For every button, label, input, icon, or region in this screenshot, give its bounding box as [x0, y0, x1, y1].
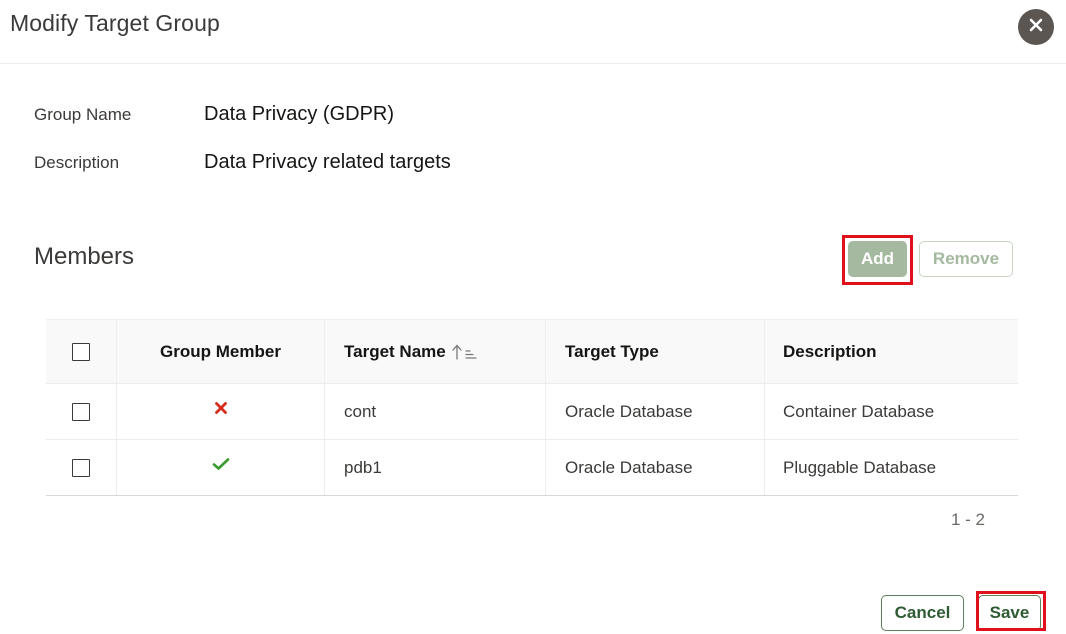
- description-label: Description: [34, 153, 120, 172]
- row-checkbox-cell: [46, 440, 117, 495]
- close-icon: [1029, 18, 1043, 37]
- description-value: Data Privacy related targets: [204, 151, 451, 173]
- row-checkbox[interactable]: [72, 458, 90, 477]
- table-row[interactable]: pdb1 Oracle Database Pluggable Database: [46, 439, 1018, 496]
- group-member-cell: [117, 384, 325, 439]
- target-name-cell: cont: [325, 384, 546, 439]
- select-all-checkbox[interactable]: [72, 342, 90, 361]
- header-checkbox-cell: [46, 320, 117, 383]
- table-header: Group Member Target Name Target Type Des…: [46, 319, 1018, 383]
- group-member-cell: [117, 440, 325, 495]
- cross-icon: [214, 400, 228, 420]
- remove-button[interactable]: Remove: [919, 241, 1013, 277]
- row-checkbox-cell: [46, 384, 117, 439]
- sort-ascending-icon[interactable]: [451, 343, 477, 361]
- check-icon: [212, 456, 230, 476]
- save-button[interactable]: Save: [978, 595, 1041, 631]
- pagination-range: 1 - 2: [951, 510, 986, 529]
- add-button[interactable]: Add: [848, 241, 907, 277]
- cancel-button[interactable]: Cancel: [881, 595, 964, 631]
- dialog-header: Modify Target Group: [0, 0, 1066, 64]
- target-name-cell: pdb1: [325, 440, 546, 495]
- members-table: Group Member Target Name Target Type Des…: [46, 319, 1018, 496]
- dialog-title: Modify Target Group: [10, 10, 220, 36]
- description-cell: Pluggable Database: [783, 457, 937, 477]
- modify-target-group-dialog: Modify Target Group Group Name Data Priv…: [0, 0, 1066, 634]
- group-name-label: Group Name: [34, 105, 132, 124]
- column-header-target-type[interactable]: Target Type: [546, 320, 765, 383]
- description-cell: Container Database: [783, 401, 935, 421]
- column-header-group-member[interactable]: Group Member: [117, 320, 325, 383]
- table-row[interactable]: cont Oracle Database Container Database: [46, 383, 1018, 439]
- row-checkbox[interactable]: [72, 402, 90, 421]
- group-name-value: Data Privacy (GDPR): [204, 103, 395, 125]
- target-type-cell: Oracle Database: [546, 440, 765, 495]
- close-button[interactable]: [1018, 9, 1054, 45]
- column-header-target-name-label: Target Name: [344, 341, 446, 361]
- target-type-cell: Oracle Database: [546, 384, 765, 439]
- column-header-description[interactable]: Description: [765, 320, 1018, 383]
- members-heading: Members: [34, 243, 135, 270]
- column-header-target-name[interactable]: Target Name: [325, 320, 546, 383]
